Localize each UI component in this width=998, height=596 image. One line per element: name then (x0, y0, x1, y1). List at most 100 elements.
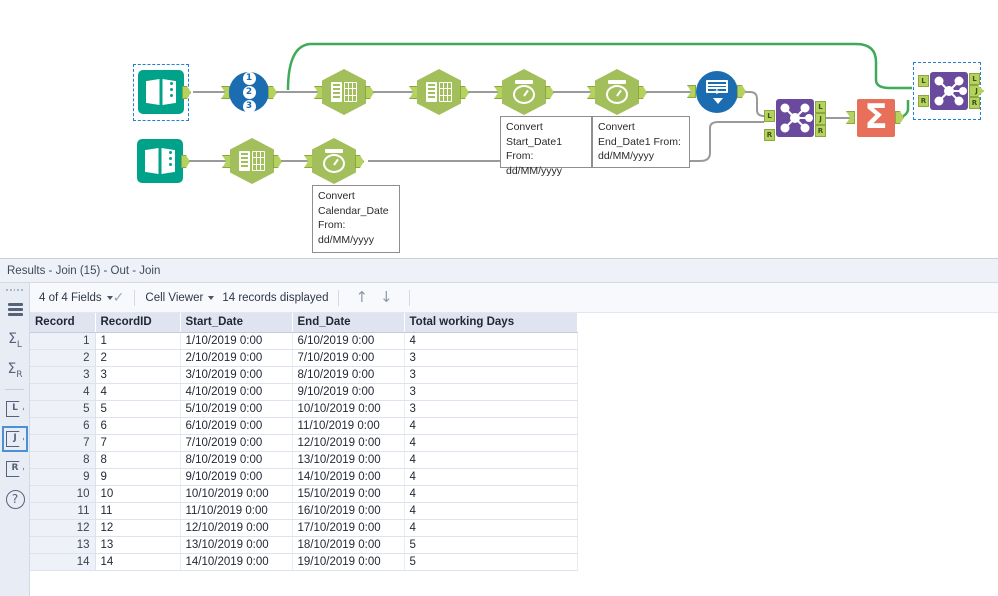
rail-button-sum-left[interactable]: ΣL (0, 325, 30, 355)
annotation-start-date[interactable]: Convert Start_Date1 From: dd/MM/yyyy (500, 116, 592, 177)
cell-record-number[interactable]: 14 (30, 553, 96, 571)
node-input-data-2[interactable] (137, 139, 190, 183)
node-record-id-1[interactable]: 1 2 3 (221, 71, 277, 113)
cell-record-number[interactable]: 5 (30, 400, 96, 418)
port-output[interactable] (895, 111, 904, 124)
node-select-1[interactable] (314, 69, 374, 115)
table-cell[interactable]: 4 (404, 434, 578, 452)
table-cell[interactable]: 11/10/2019 0:00 (180, 502, 293, 520)
table-cell[interactable]: 13 (95, 536, 181, 554)
table-cell[interactable]: 10/10/2019 0:00 (292, 400, 405, 418)
column-header-record[interactable]: Record (30, 313, 96, 333)
cell-record-number[interactable]: 7 (30, 434, 96, 452)
table-cell[interactable]: 14/10/2019 0:00 (292, 468, 405, 486)
table-cell[interactable]: 12/10/2019 0:00 (180, 519, 293, 537)
node-summarize-1[interactable]: Σ (846, 99, 904, 137)
table-cell[interactable]: 2/10/2019 0:00 (180, 349, 293, 367)
scroll-up-icon[interactable]: ↑ (349, 290, 374, 305)
table-row[interactable]: 8 8 8/10/2019 0:00 13/10/2019 0:00 4 (30, 451, 578, 469)
table-row[interactable]: 12 12 12/10/2019 0:00 17/10/2019 0:00 4 (30, 519, 578, 537)
rail-button-sum-right[interactable]: ΣR (0, 355, 30, 385)
rail-button-help[interactable]: ? (0, 484, 30, 514)
table-cell[interactable]: 12/10/2019 0:00 (292, 434, 405, 452)
table-cell[interactable]: 1/10/2019 0:00 (180, 332, 293, 350)
port-right[interactable]: R (764, 129, 775, 141)
cell-record-number[interactable]: 13 (30, 536, 96, 554)
node-datetime-1[interactable] (494, 69, 554, 115)
table-row[interactable]: 1 1 1/10/2019 0:00 6/10/2019 0:00 4 (30, 332, 578, 350)
table-cell[interactable]: 7/10/2019 0:00 (292, 349, 405, 367)
port-out-right[interactable]: R (815, 125, 826, 137)
table-cell[interactable]: 4 (404, 451, 578, 469)
cell-record-number[interactable]: 4 (30, 383, 96, 401)
cell-record-number[interactable]: 12 (30, 519, 96, 537)
table-cell[interactable]: 16/10/2019 0:00 (292, 502, 405, 520)
table-cell[interactable]: 6/10/2019 0:00 (180, 417, 293, 435)
port-output[interactable] (460, 86, 469, 99)
table-cell[interactable]: 17/10/2019 0:00 (292, 519, 405, 537)
port-left[interactable]: L (764, 110, 775, 122)
port-output[interactable] (268, 86, 277, 99)
table-cell[interactable]: 14/10/2019 0:00 (180, 553, 293, 571)
table-cell[interactable]: 13/10/2019 0:00 (180, 536, 293, 554)
table-cell[interactable]: 3 (404, 366, 578, 384)
annotation-calendar-date[interactable]: Convert Calendar_Date From: dd/MM/yyyy (312, 185, 400, 253)
table-cell[interactable]: 9/10/2019 0:00 (292, 383, 405, 401)
table-cell[interactable]: 3/10/2019 0:00 (180, 366, 293, 384)
table-cell[interactable]: 3 (404, 349, 578, 367)
table-cell[interactable]: 4/10/2019 0:00 (180, 383, 293, 401)
table-cell[interactable]: 3 (95, 366, 181, 384)
cell-record-number[interactable]: 8 (30, 451, 96, 469)
rail-button-join[interactable]: J (0, 424, 30, 454)
port-input[interactable] (587, 86, 596, 99)
table-cell[interactable]: 13/10/2019 0:00 (292, 451, 405, 469)
table-cell[interactable]: 12 (95, 519, 181, 537)
cell-record-number[interactable]: 11 (30, 502, 96, 520)
table-cell[interactable]: 3 (404, 383, 578, 401)
table-cell[interactable]: 1 (95, 332, 181, 350)
port-output[interactable] (355, 155, 364, 168)
cell-record-number[interactable]: 3 (30, 366, 96, 384)
table-row[interactable]: 6 6 6/10/2019 0:00 11/10/2019 0:00 4 (30, 417, 578, 435)
table-row[interactable]: 2 2 2/10/2019 0:00 7/10/2019 0:00 3 (30, 349, 578, 367)
table-cell[interactable]: 4 (404, 332, 578, 350)
port-out-join[interactable]: J (969, 85, 984, 97)
port-input[interactable] (304, 155, 313, 168)
port-input[interactable] (409, 86, 418, 99)
column-header-recordid[interactable]: RecordID (95, 313, 181, 333)
table-row[interactable]: 3 3 3/10/2019 0:00 8/10/2019 0:00 3 (30, 366, 578, 384)
rail-button-table[interactable] (0, 295, 30, 325)
table-cell[interactable]: 4 (404, 485, 578, 503)
port-input[interactable] (846, 111, 855, 124)
column-header-start-date[interactable]: Start_Date (180, 313, 293, 333)
cell-record-number[interactable]: 10 (30, 485, 96, 503)
port-input[interactable] (222, 155, 231, 168)
node-join-2[interactable]: L R L J R (918, 72, 984, 110)
table-row[interactable]: 11 11 11/10/2019 0:00 16/10/2019 0:00 4 (30, 502, 578, 520)
table-cell[interactable]: 4 (404, 417, 578, 435)
port-left[interactable]: L (918, 75, 929, 87)
annotation-end-date[interactable]: Convert End_Date1 From: dd/MM/yyyy (592, 116, 690, 168)
table-cell[interactable]: 7 (95, 434, 181, 452)
results-grid-container[interactable]: Record RecordID Start_Date End_Date Tota… (30, 313, 998, 596)
table-row[interactable]: 4 4 4/10/2019 0:00 9/10/2019 0:00 3 (30, 383, 578, 401)
workflow-canvas[interactable]: 1 2 3 + L R L J R Σ L R L J R Convert St… (0, 0, 998, 258)
table-row[interactable]: 7 7 7/10/2019 0:00 12/10/2019 0:00 4 (30, 434, 578, 452)
port-out-join[interactable]: J (815, 113, 826, 125)
table-cell[interactable]: 7/10/2019 0:00 (180, 434, 293, 452)
port-out-left[interactable]: L (969, 73, 980, 85)
table-cell[interactable]: 5 (404, 553, 578, 571)
table-cell[interactable]: 5 (95, 400, 181, 418)
table-cell[interactable]: 8/10/2019 0:00 (292, 366, 405, 384)
node-input-data-1[interactable] (138, 70, 191, 114)
table-cell[interactable]: 18/10/2019 0:00 (292, 536, 405, 554)
viewer-selector[interactable]: Cell Viewer (145, 292, 215, 304)
table-row[interactable]: 14 14 14/10/2019 0:00 19/10/2019 0:00 5 (30, 553, 578, 571)
cell-record-number[interactable]: 2 (30, 349, 96, 367)
chevron-down-icon[interactable] (208, 295, 215, 300)
port-output[interactable] (365, 86, 374, 99)
rail-button-left[interactable]: L (0, 394, 30, 424)
scroll-down-icon[interactable]: ↓ (374, 290, 399, 305)
column-header-end-date[interactable]: End_Date (292, 313, 405, 333)
table-row[interactable]: 10 10 10/10/2019 0:00 15/10/2019 0:00 4 (30, 485, 578, 503)
